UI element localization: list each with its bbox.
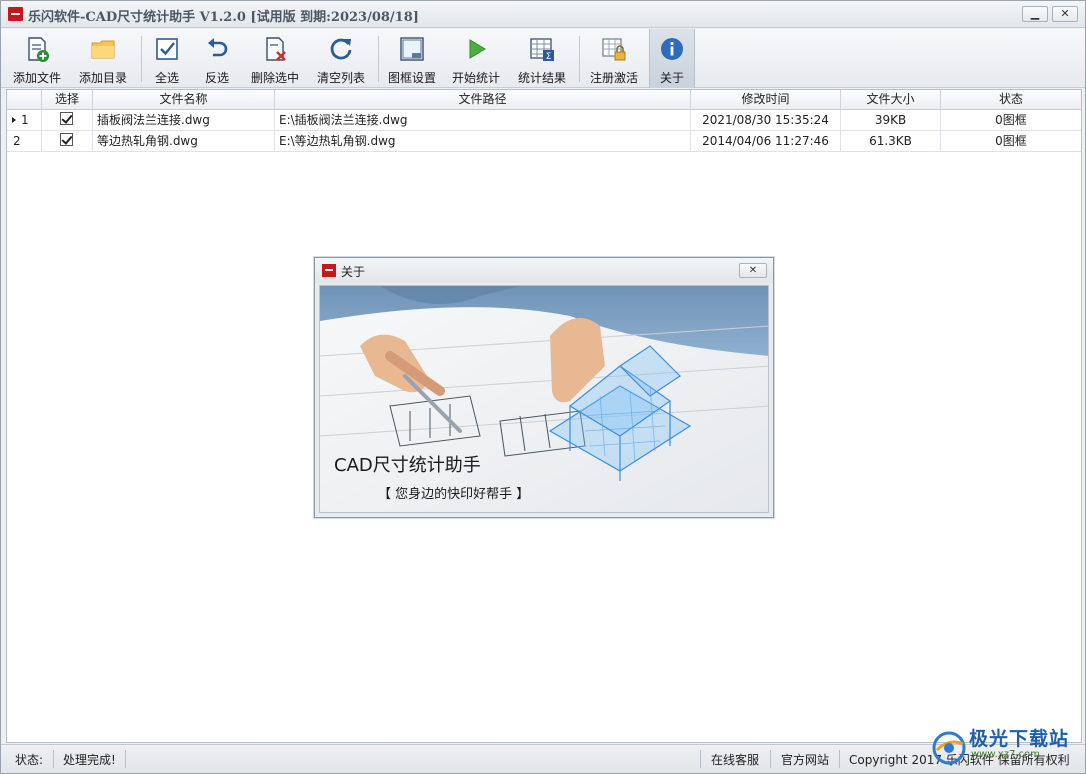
dialog-title-bar[interactable]: 关于 ✕: [315, 258, 773, 283]
toolbar-separator: [141, 36, 142, 82]
about-button[interactable]: 关于: [649, 29, 695, 88]
status-cell: 0图框: [995, 113, 1027, 127]
row-index: 2: [13, 134, 21, 148]
select-cell[interactable]: [42, 110, 93, 131]
modified-cell: 2021/08/30 15:35:24: [691, 110, 841, 131]
watermark-text: 极光下载站: [969, 728, 1070, 750]
play-icon: [469, 39, 486, 59]
delete-selected-button[interactable]: 删除选中: [245, 29, 305, 88]
size-cell: 61.3KB: [841, 131, 941, 152]
about-dialog: 关于 ✕ CAD尺寸统计助手 【 您身边的快印好帮手 】: [314, 257, 774, 518]
title-bar: 乐闪软件-CAD尺寸统计助手 V1.2.0 [试用版 到期:2023/08/18…: [1, 1, 1085, 28]
minimize-button[interactable]: ▁: [1022, 6, 1048, 22]
register-activate-button[interactable]: 注册激活: [583, 29, 645, 88]
minimize-icon: ▁: [1030, 7, 1040, 20]
toolbar-label: 开始统计: [451, 71, 500, 85]
start-statistics-button[interactable]: 开始统计: [445, 29, 507, 88]
statistics-result-button[interactable]: Σ 统计结果: [510, 29, 574, 88]
about-banner-image: CAD尺寸统计助手 【 您身边的快印好帮手 】: [319, 285, 769, 513]
status-cell: 0图框: [995, 134, 1027, 148]
svg-text:Σ: Σ: [546, 52, 552, 62]
status-separator: [125, 750, 126, 768]
close-icon: ✕: [748, 265, 758, 276]
info-icon: [661, 38, 683, 60]
column-header-modified[interactable]: 修改时间: [691, 90, 841, 110]
row-header[interactable]: 2: [7, 131, 42, 152]
table-sum-icon: Σ: [530, 38, 554, 62]
banner-product-name: CAD尺寸统计助手: [334, 455, 481, 476]
grid-header: 选择 文件名称 文件路径 修改时间 文件大小 状态: [7, 90, 1081, 110]
lock-icon: [602, 38, 626, 61]
window-title: 乐闪软件-CAD尺寸统计助手 V1.2.0 [试用版 到期:2023/08/18…: [28, 10, 419, 25]
file-path-cell: E:\等边热轧角钢.dwg: [275, 131, 691, 152]
toolbar-label: 图框设置: [387, 71, 436, 85]
column-header-file-path[interactable]: 文件路径: [275, 90, 691, 110]
toolbar-label: 添加目录: [78, 71, 127, 85]
toolbar-separator: [378, 36, 379, 82]
watermark-url: www.xz7.com: [971, 749, 1040, 760]
official-website-link[interactable]: 官方网站: [781, 751, 829, 768]
banner-illustration: [320, 286, 768, 512]
check-all-icon: [156, 38, 178, 60]
toolbar: 添加文件 添加目录 全选 反选 删除选中 清空列表 图框设置 开始统计 Σ 统计…: [1, 29, 1085, 88]
close-icon: ✕: [1060, 7, 1070, 20]
toolbar-label: 注册激活: [589, 71, 638, 85]
column-header-file-name[interactable]: 文件名称: [93, 90, 275, 110]
folder-icon: [91, 40, 115, 59]
frame-icon: [400, 37, 424, 61]
watermark: 极光下载站 www.xz7.com: [927, 722, 1085, 772]
table-row[interactable]: 2 等边热轧角钢.dwg E:\等边热轧角钢.dwg 2014/04/06 11…: [7, 131, 1081, 152]
dialog-title: 关于: [341, 265, 366, 279]
column-header-index[interactable]: [7, 90, 42, 110]
toolbar-label: 关于: [659, 71, 684, 85]
add-file-button[interactable]: 添加文件: [5, 29, 69, 88]
dialog-close-button[interactable]: ✕: [739, 263, 767, 278]
app-window: 乐闪软件-CAD尺寸统计助手 V1.2.0 [试用版 到期:2023/08/18…: [0, 0, 1086, 774]
status-separator: [700, 750, 701, 768]
toolbar-label: 删除选中: [250, 71, 299, 85]
modified-cell: 2014/04/06 11:27:46: [691, 131, 841, 152]
app-logo-icon: [322, 264, 336, 277]
column-header-select[interactable]: 选择: [42, 90, 93, 110]
row-checkbox[interactable]: [60, 112, 73, 125]
status-label: 状态:: [15, 753, 44, 767]
status-separator: [839, 750, 840, 768]
clear-list-button[interactable]: 清空列表: [309, 29, 373, 88]
toolbar-separator: [579, 36, 580, 82]
row-checkbox[interactable]: [60, 133, 73, 146]
online-service-link[interactable]: 在线客服: [711, 751, 759, 768]
frame-settings-button[interactable]: 图框设置: [382, 29, 442, 88]
status-bar: 状态: 处理完成! 在线客服 官方网站 Copyright 2017 乐闪软件 …: [1, 744, 1085, 773]
row-index: 1: [21, 113, 29, 127]
invert-selection-button[interactable]: 反选: [193, 29, 241, 88]
toolbar-label: 添加文件: [12, 71, 61, 85]
current-row-indicator-icon: [12, 117, 16, 123]
status-message: 处理完成!: [63, 753, 116, 767]
column-header-size[interactable]: 文件大小: [841, 90, 941, 110]
close-button[interactable]: ✕: [1052, 6, 1078, 22]
column-header-status[interactable]: 状态: [941, 90, 1081, 110]
toolbar-label: 清空列表: [316, 71, 365, 85]
delete-file-icon: [266, 37, 286, 61]
status-separator: [770, 750, 771, 768]
toolbar-label: 反选: [204, 71, 229, 85]
table-row[interactable]: 1 插板阀法兰连接.dwg E:\插板阀法兰连接.dwg 2021/08/30 …: [7, 110, 1081, 131]
row-header[interactable]: 1: [7, 110, 42, 131]
app-logo-icon: [8, 7, 23, 21]
file-name-cell: 等边热轧角钢.dwg: [93, 131, 275, 152]
add-file-icon: [28, 37, 49, 62]
file-path-cell: E:\插板阀法兰连接.dwg: [275, 110, 691, 131]
add-folder-button[interactable]: 添加目录: [71, 29, 135, 88]
select-all-button[interactable]: 全选: [144, 29, 190, 88]
refresh-icon: [330, 38, 352, 60]
size-cell: 39KB: [841, 110, 941, 131]
select-cell[interactable]: [42, 131, 93, 152]
watermark-logo-icon: [932, 731, 966, 765]
toolbar-label: 统计结果: [517, 71, 566, 85]
undo-icon: [208, 38, 228, 57]
status-separator: [53, 750, 54, 768]
file-name-cell: 插板阀法兰连接.dwg: [93, 110, 275, 131]
toolbar-label: 全选: [154, 71, 179, 85]
banner-slogan: 【 您身边的快印好帮手 】: [378, 487, 530, 502]
